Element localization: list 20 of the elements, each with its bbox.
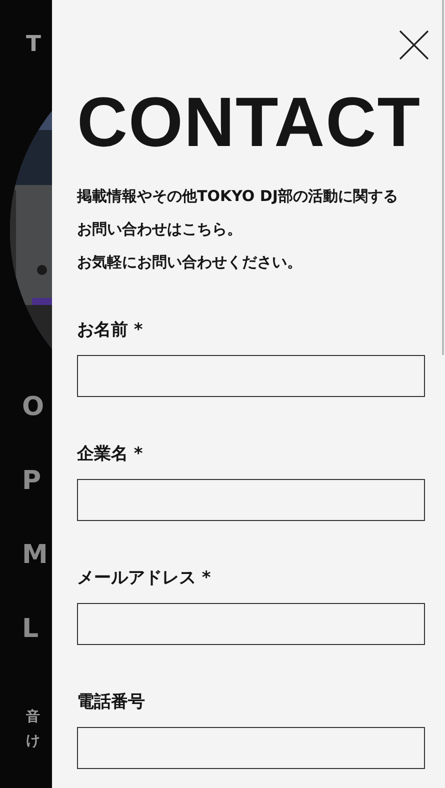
input-field[interactable]	[77, 603, 425, 645]
contact-heading: CONTACT	[77, 82, 422, 162]
intro-text: け	[26, 732, 40, 750]
description-text: お気軽にお問い合わせください。	[77, 252, 303, 273]
field-label: お名前 *	[77, 319, 143, 341]
menu-item[interactable]: O	[22, 385, 50, 429]
close-icon	[399, 30, 429, 60]
description-text: 掲載情報やその他TOKYO DJ部の活動に関するお問い合わせはこちら。	[77, 186, 399, 240]
field-label: メールアドレス *	[77, 567, 211, 589]
input-field[interactable]	[77, 727, 425, 769]
intro-text: 音	[26, 708, 40, 726]
close-button[interactable]	[399, 30, 429, 60]
menu-item[interactable]: P	[22, 459, 50, 503]
menu-item[interactable]: M	[22, 533, 50, 577]
field-label: 電話番号	[77, 691, 145, 713]
input-field[interactable]	[77, 355, 425, 397]
field-label: 企業名 *	[77, 443, 143, 465]
input-field[interactable]	[77, 479, 425, 521]
site-logo[interactable]: T	[26, 32, 44, 57]
menu-item[interactable]: L	[22, 607, 50, 651]
